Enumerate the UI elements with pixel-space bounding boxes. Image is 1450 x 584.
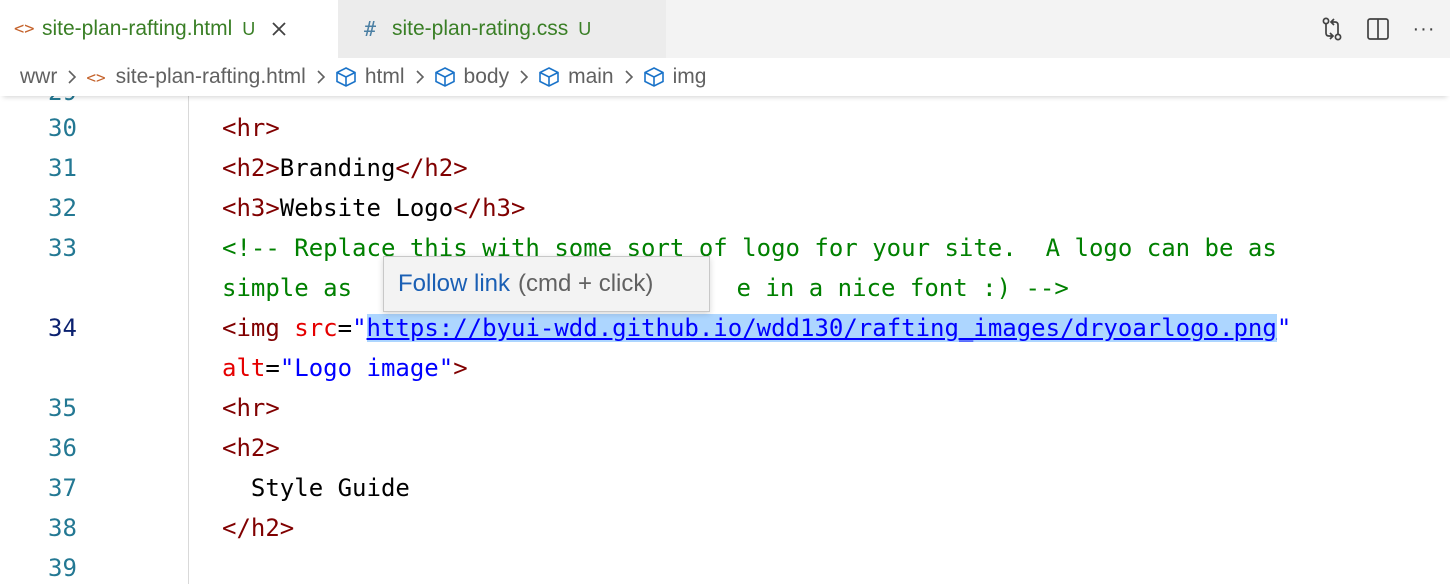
- shortcut-hint: (cmd + click): [518, 270, 654, 297]
- line-number: 37: [48, 474, 77, 502]
- more-actions-icon[interactable]: ···: [1404, 9, 1444, 49]
- line-number: 34: [48, 314, 77, 342]
- code-line[interactable]: 31 <h2>Branding</h2>: [0, 148, 1450, 188]
- breadcrumb-html[interactable]: html: [335, 65, 405, 89]
- element-cube-icon: [538, 66, 560, 88]
- code-text: alt="Logo image">: [222, 354, 468, 382]
- tab-label: site-plan-rating.css: [392, 17, 569, 40]
- code-editor[interactable]: 29 30 <hr> 31 <h2>Branding</h2> 32 <h3>W…: [0, 96, 1450, 584]
- breadcrumb-main[interactable]: main: [538, 65, 614, 89]
- chevron-right-icon: [623, 69, 635, 85]
- chevron-right-icon: [414, 69, 426, 85]
- code-line-wrap[interactable]: simple as e in a nice font :) -->: [0, 268, 1450, 308]
- code-line[interactable]: 33 <!-- Replace this with some sort of l…: [0, 228, 1450, 268]
- close-icon[interactable]: [267, 17, 291, 41]
- untracked-badge: U: [242, 18, 256, 39]
- code-line-wrap[interactable]: alt="Logo image">: [0, 348, 1450, 388]
- line-number: 39: [48, 554, 77, 582]
- code-line[interactable]: 37 Style Guide: [0, 468, 1450, 508]
- chevron-right-icon: [315, 69, 327, 85]
- chevron-right-icon: [66, 69, 78, 85]
- code-line-current[interactable]: 34 <img src="https://byui-wdd.github.io/…: [0, 308, 1450, 348]
- code-comment: <!-- Replace this with some sort of logo…: [222, 234, 1277, 262]
- breadcrumb-img[interactable]: img: [643, 65, 706, 89]
- compare-changes-icon[interactable]: [1312, 9, 1352, 49]
- line-number: 35: [48, 394, 77, 422]
- breadcrumb-body[interactable]: body: [434, 65, 509, 89]
- line-number: 33: [48, 234, 77, 262]
- breadcrumb-file[interactable]: <> site-plan-rafting.html: [86, 65, 306, 89]
- line-number: 38: [48, 514, 77, 542]
- code-line[interactable]: 36 <h2>: [0, 428, 1450, 468]
- code-line[interactable]: 35 <hr>: [0, 388, 1450, 428]
- untracked-badge: U: [578, 18, 592, 39]
- tab-label: site-plan-rafting.html: [42, 17, 233, 40]
- url-link[interactable]: https://byui-wdd.github.io/wdd130/raftin…: [366, 314, 1277, 342]
- line-number: 30: [48, 114, 77, 142]
- follow-link-tooltip: Follow link (cmd + click): [383, 256, 710, 312]
- code-line[interactable]: 38 </h2>: [0, 508, 1450, 548]
- line-number: 32: [48, 194, 77, 222]
- code-text: <hr>: [222, 394, 280, 422]
- line-number: 31: [48, 154, 77, 182]
- follow-link[interactable]: Follow link: [398, 270, 510, 298]
- chevron-right-icon: [518, 69, 530, 85]
- editor-actions: ···: [1312, 0, 1450, 58]
- tab-site-plan-rating-css[interactable]: # site-plan-rating.css U: [338, 0, 666, 58]
- line-number: 29: [48, 96, 77, 106]
- tab-site-plan-rafting-html[interactable]: <> site-plan-rafting.html U: [0, 0, 338, 58]
- code-line[interactable]: 32 <h3>Website Logo</h3>: [0, 188, 1450, 228]
- code-text: <h3>Website Logo</h3>: [222, 194, 526, 222]
- element-cube-icon: [643, 66, 665, 88]
- code-text: <h2>: [222, 434, 280, 462]
- code-text: <img src="https://byui-wdd.github.io/wdd…: [222, 314, 1292, 342]
- breadcrumb-root[interactable]: wwr: [20, 65, 57, 89]
- element-cube-icon: [335, 66, 357, 88]
- code-text: <hr>: [222, 114, 280, 142]
- line-number: 36: [48, 434, 77, 462]
- code-text: <h2>Branding</h2>: [222, 154, 468, 182]
- html-file-icon: <>: [14, 19, 35, 39]
- code-line[interactable]: 39: [0, 548, 1450, 584]
- html-file-icon: <>: [86, 67, 106, 87]
- breadcrumb: wwr <> site-plan-rafting.html html body …: [0, 58, 1450, 96]
- css-file-icon: #: [364, 17, 377, 41]
- code-text: </h2>: [222, 514, 295, 542]
- split-editor-icon[interactable]: [1358, 9, 1398, 49]
- code-line[interactable]: 30 <hr>: [0, 108, 1450, 148]
- element-cube-icon: [434, 66, 456, 88]
- tab-bar: <> site-plan-rafting.html U # site-plan-…: [0, 0, 1450, 58]
- code-text: Style Guide: [222, 474, 410, 502]
